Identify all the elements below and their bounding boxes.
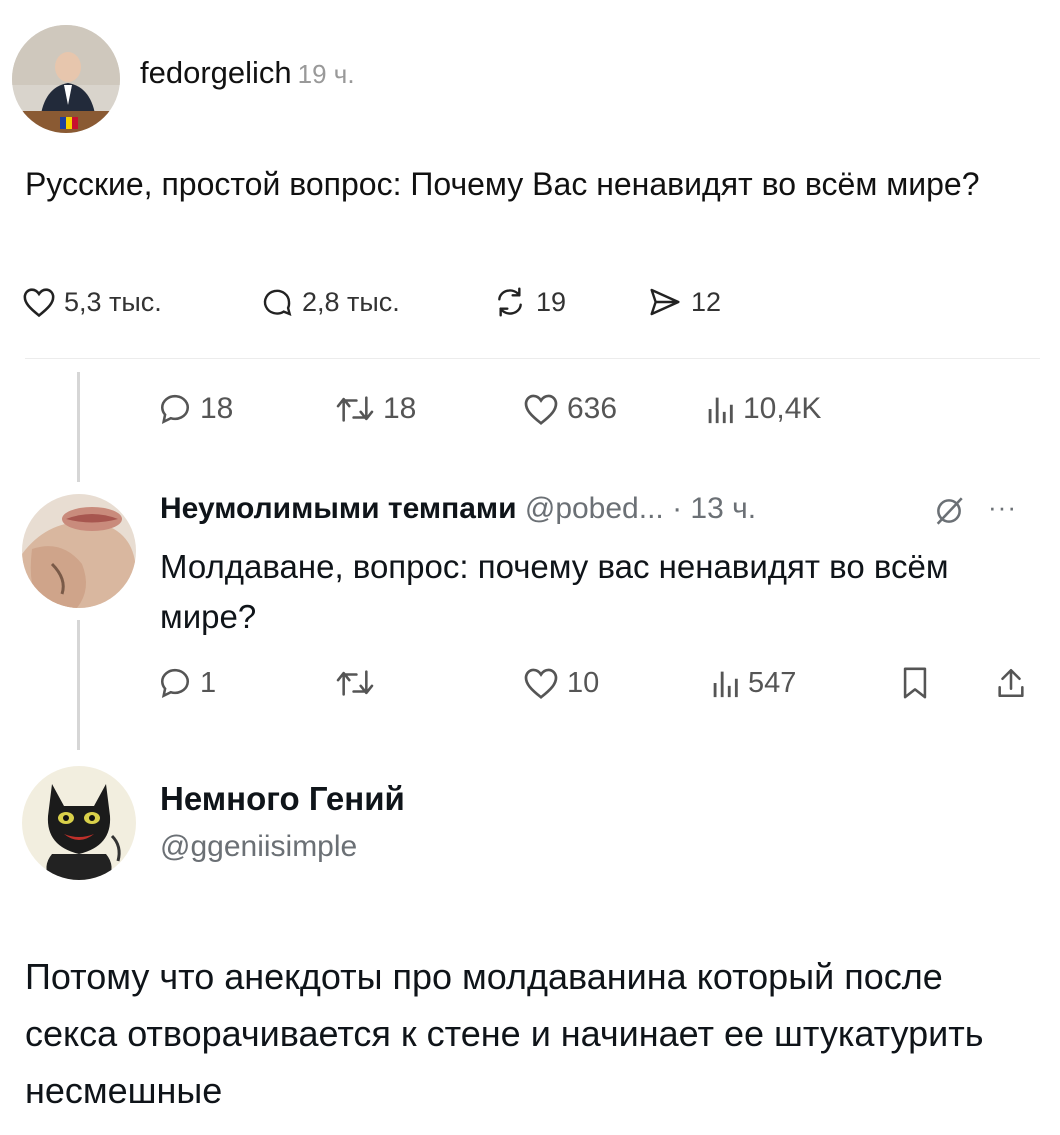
- avatar-answer-user[interactable]: [22, 766, 136, 880]
- grok-icon: [936, 497, 963, 525]
- divider: [25, 358, 1040, 359]
- bookmark-button[interactable]: [900, 666, 930, 700]
- reply-reply-button[interactable]: 1: [158, 666, 216, 700]
- reply-display-name[interactable]: Неумолимыми темпами: [160, 492, 517, 525]
- share-button[interactable]: [995, 666, 1027, 700]
- heart-icon: [524, 394, 558, 425]
- heart-icon: [23, 288, 55, 318]
- comment-icon: [263, 289, 292, 317]
- avatar-image: [12, 25, 120, 133]
- reply-actions: 1 10 547: [150, 660, 1050, 710]
- views-button[interactable]: 10,4K: [705, 392, 821, 426]
- post-time: 19 ч.: [297, 59, 355, 89]
- post-header: fedorgelich 19 ч.: [140, 55, 355, 91]
- retweet-icon: [336, 396, 374, 422]
- send-button[interactable]: 12: [647, 286, 721, 318]
- avatar-fedorgelich[interactable]: [12, 25, 120, 133]
- reply-icon: [160, 668, 189, 699]
- reply-handle[interactable]: @pobed...: [525, 492, 664, 525]
- send-count: 12: [691, 286, 722, 317]
- tweet-metrics: 18 18 636 10,4K: [150, 382, 950, 438]
- reply-button[interactable]: 18: [158, 392, 233, 426]
- reply-views-button[interactable]: 547: [710, 666, 796, 700]
- avatar-image: [22, 766, 136, 880]
- bookmark-icon: [903, 667, 927, 699]
- reply-reply-count: 1: [200, 666, 217, 699]
- tweet-like-count: 636: [567, 392, 618, 425]
- answer-text: Потому что анекдоты про молдаванина кото…: [25, 956, 984, 1111]
- repost-count: 19: [536, 286, 567, 317]
- reply-like-count: 10: [567, 666, 600, 699]
- thread-line: [77, 372, 80, 482]
- answer-handle[interactable]: @ggeniisimple: [160, 830, 357, 864]
- tweet-like-button[interactable]: 636: [523, 392, 617, 426]
- avatar-image: [22, 494, 136, 608]
- reply-like-button[interactable]: 10: [523, 666, 599, 700]
- retweet-button[interactable]: 18: [335, 392, 416, 426]
- like-button[interactable]: 5,3 тыс.: [22, 286, 162, 318]
- reply-views-count: 547: [748, 666, 797, 699]
- reply-header: Неумолимыми темпами @pobed... · 13 ч.: [160, 492, 756, 526]
- grok-button[interactable]: [932, 494, 966, 533]
- comment-count: 2,8 тыс.: [302, 286, 400, 317]
- answer-display-name[interactable]: Немного Гений: [160, 780, 405, 818]
- retweet-count: 18: [383, 392, 417, 425]
- send-icon: [650, 288, 680, 316]
- more-menu-button[interactable]: ···: [988, 492, 1017, 523]
- like-count: 5,3 тыс.: [64, 286, 162, 317]
- reply-icon: [160, 394, 189, 425]
- thread-line: [77, 620, 80, 750]
- reply-time: · 13 ч.: [672, 492, 757, 525]
- comment-button[interactable]: 2,8 тыс.: [260, 286, 400, 318]
- reply-text: Молдаване, вопрос: почему вас ненавидят …: [160, 548, 949, 635]
- post-username[interactable]: fedorgelich: [140, 55, 292, 90]
- repost-button[interactable]: 19: [492, 286, 566, 318]
- retweet-icon: [336, 670, 374, 696]
- views-icon: [708, 397, 733, 424]
- reply-retweet-button[interactable]: [335, 666, 383, 700]
- views-icon: [713, 671, 738, 698]
- avatar-reply-user[interactable]: [22, 494, 136, 608]
- views-count: 10,4K: [743, 392, 822, 425]
- heart-icon: [524, 668, 558, 699]
- repost-icon: [498, 287, 522, 317]
- reply-count: 18: [200, 392, 234, 425]
- post-actions: 5,3 тыс. 2,8 тыс. 19 12: [22, 282, 782, 328]
- share-icon: [998, 668, 1024, 698]
- post-text: Русские, простой вопрос: Почему Вас нена…: [25, 166, 980, 202]
